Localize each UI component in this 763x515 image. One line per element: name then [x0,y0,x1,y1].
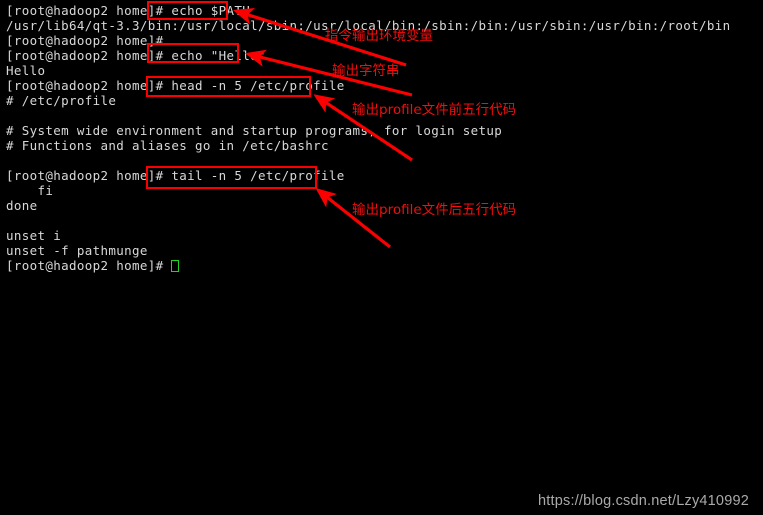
terminal-line: done [6,198,38,213]
annotation-label-tail-five: 输出profile文件后五行代码 [352,202,517,218]
terminal-line: # /etc/profile [6,93,117,108]
terminal-line: [root@hadoop2 home]# echo "Hello" [6,48,266,63]
terminal-line: [root@hadoop2 home]# [6,33,164,48]
terminal-line: unset -f pathmunge [6,243,148,258]
terminal-line: [root@hadoop2 home]# echo $PATH [6,3,251,18]
terminal-line: [root@hadoop2 home]# head -n 5 /etc/prof… [6,78,345,93]
prompt-text: [root@hadoop2 home]# [6,258,172,273]
annotation-label-print-string: 输出字符串 [332,63,400,79]
terminal-line: fi [6,183,54,198]
terminal-active-prompt-line[interactable]: [root@hadoop2 home]# [6,258,180,273]
terminal-line: Hello [6,63,46,78]
terminal-line: # Functions and aliases go in /etc/bashr… [6,138,329,153]
annotation-label-env-var: 指令输出环境变量 [325,28,433,44]
terminal-line: # System wide environment and startup pr… [6,123,503,138]
terminal-screenshot: [root@hadoop2 home]# echo $PATH /usr/lib… [0,0,763,515]
terminal-line: unset i [6,228,62,243]
annotation-label-head-five: 输出profile文件前五行代码 [352,102,517,118]
terminal-line: [root@hadoop2 home]# tail -n 5 /etc/prof… [6,168,345,183]
text-cursor[interactable] [171,260,180,272]
watermark-text: https://blog.csdn.net/Lzy410992 [538,493,749,509]
